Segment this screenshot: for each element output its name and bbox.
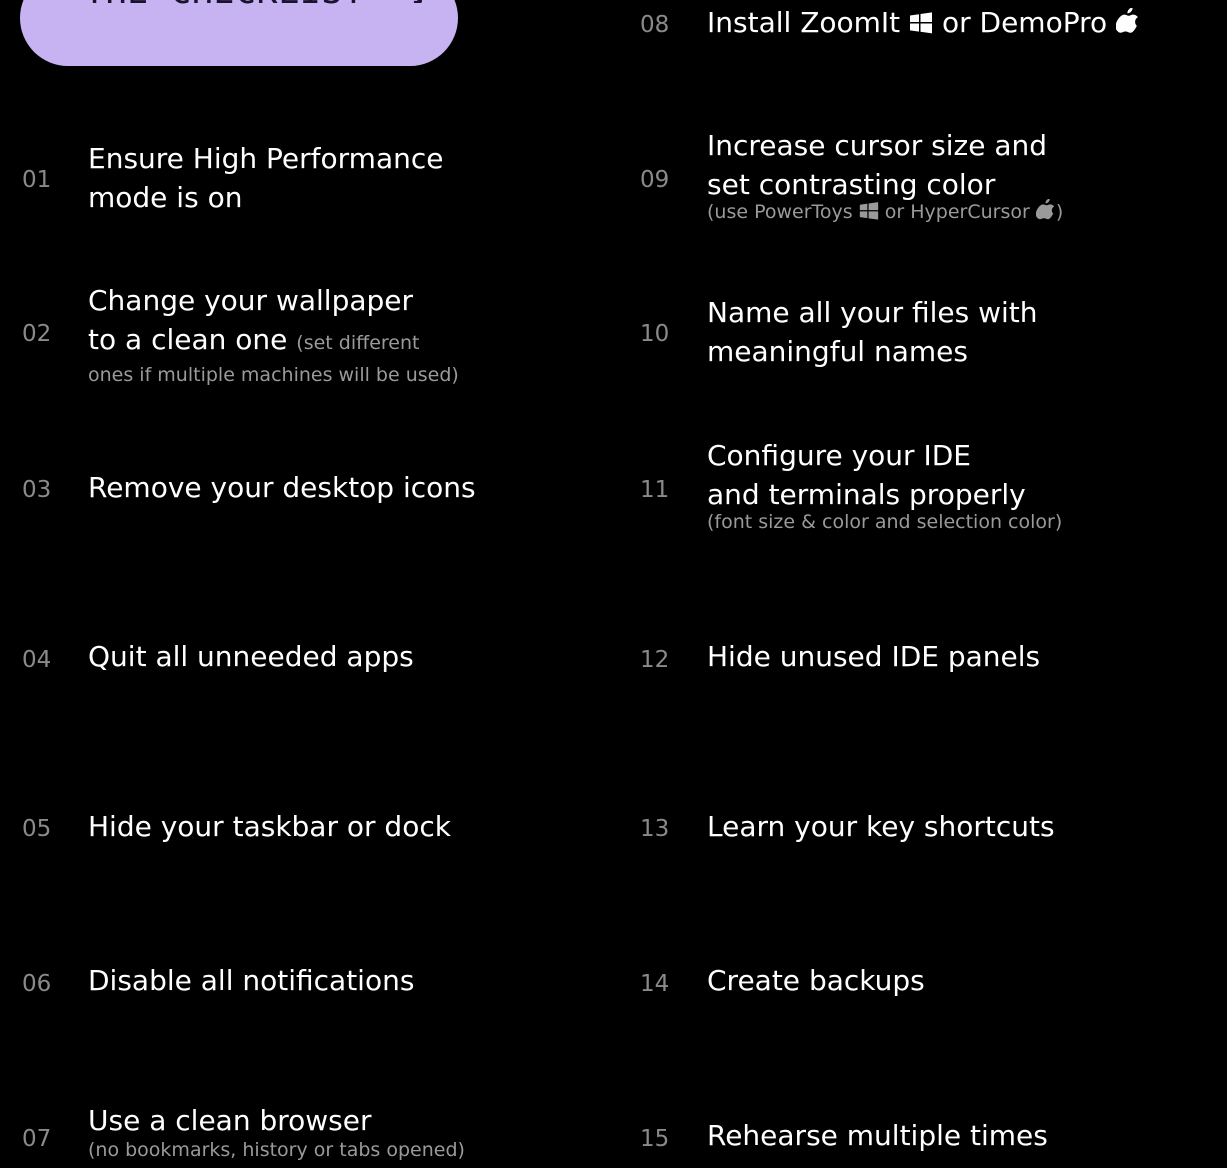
item-number: 03 [22, 477, 52, 503]
item-text: to a clean one [88, 323, 288, 356]
item-text: Create backups [707, 964, 925, 997]
item-number: 05 [22, 816, 52, 842]
item-text: Remove your desktop icons [88, 471, 476, 504]
item-text: Ensure High Performance [88, 142, 444, 175]
item-number: 02 [22, 321, 52, 347]
item-note: or HyperCursor [884, 201, 1030, 223]
item-text: Name all your files with [707, 296, 1038, 329]
arrow-down-right-icon: ↘ [404, 0, 426, 12]
item-text: Increase cursor size and [707, 129, 1048, 162]
item-note: ) [1055, 201, 1064, 223]
item-number: 14 [640, 971, 670, 997]
item-text: Hide unused IDE panels [707, 640, 1041, 673]
item-number: 07 [22, 1126, 52, 1152]
item-number: 15 [640, 1126, 670, 1152]
item-number: 09 [640, 167, 670, 193]
item-text: Disable all notifications [88, 964, 415, 997]
item-text: or DemoPro [941, 6, 1108, 39]
item-text: Rehearse multiple times [707, 1119, 1048, 1152]
item-text: Install ZoomIt [707, 6, 901, 39]
item-number: 10 [640, 321, 670, 347]
item-number: 11 [640, 477, 670, 503]
apple-icon [1115, 6, 1140, 45]
item-text: Use a clean browser [88, 1104, 372, 1137]
item-note: ones if multiple machines will be used) [88, 364, 459, 386]
item-text: Change your wallpaper [88, 284, 414, 317]
checklist-header-pill: THE CHECKLIST ↘ [20, 0, 458, 66]
item-text: Configure your IDE [707, 439, 971, 472]
item-number: 01 [22, 167, 52, 193]
apple-icon [1035, 198, 1056, 229]
windows-icon [909, 6, 933, 45]
item-note: (set different [296, 332, 420, 354]
item-text: Quit all unneeded apps [88, 640, 414, 673]
item-text: meaningful names [707, 335, 968, 368]
item-number: 06 [22, 971, 52, 997]
item-text: Hide your taskbar or dock [88, 810, 451, 843]
item-text: Learn your key shortcuts [707, 810, 1055, 843]
item-text: mode is on [88, 181, 243, 214]
item-number: 13 [640, 816, 670, 842]
item-note: (use PowerToys [707, 201, 853, 223]
windows-icon [859, 201, 879, 229]
item-number: 12 [640, 647, 670, 673]
item-number: 08 [640, 12, 670, 38]
item-number: 04 [22, 647, 52, 673]
checklist-title: THE CHECKLIST [84, 0, 364, 12]
item-note: (no bookmarks, history or tabs opened) [88, 1139, 465, 1161]
item-note: (font size & color and selection color) [707, 511, 1063, 533]
